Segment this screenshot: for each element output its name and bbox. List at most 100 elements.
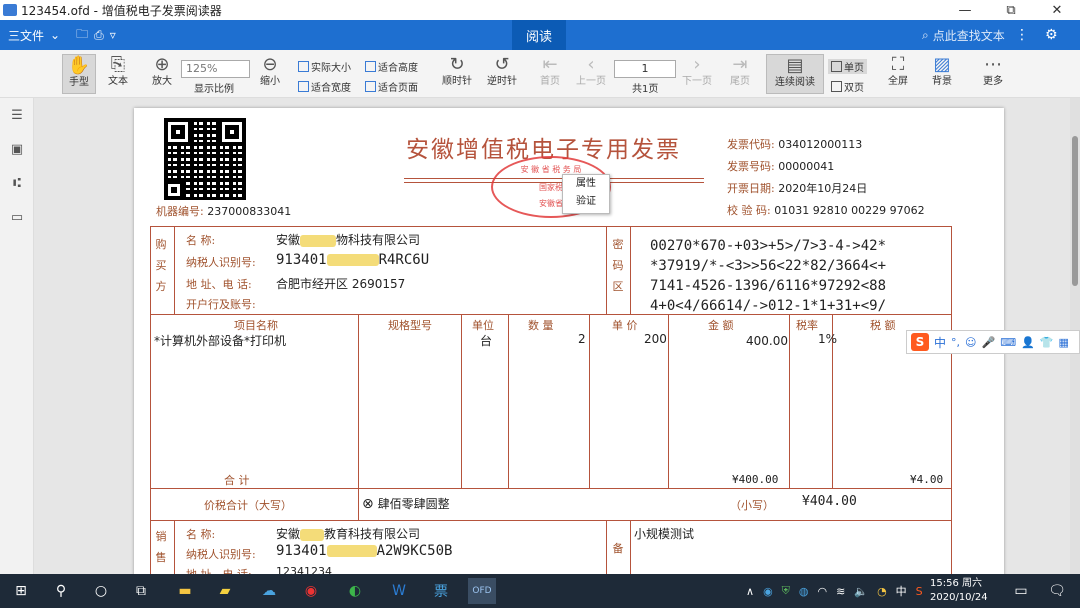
cipher-line: 4+0<4/66614/->012-1*1+31+<9/ [650, 298, 887, 314]
emoji-icon[interactable]: ☺ [965, 336, 976, 349]
punctuation-icon[interactable]: °, [951, 336, 960, 349]
sogou-tray-icon[interactable]: S [916, 585, 923, 598]
sticky-notes-icon[interactable]: ▰ [212, 578, 238, 604]
background-button[interactable]: ▨ 背景 [925, 54, 959, 94]
action-center-icon[interactable]: ▭ [1008, 578, 1034, 604]
cortana-icon[interactable]: ○ [88, 578, 114, 604]
cipher-label-3: 区 [612, 280, 624, 293]
actual-size-button[interactable]: 实际大小 [298, 59, 351, 74]
next-page-button[interactable]: › 下一页 [681, 54, 713, 94]
rotate-ccw-button[interactable]: ↺ 逆时针 [485, 54, 519, 94]
keyboard-icon[interactable]: ⌨ [1000, 336, 1016, 349]
page-number-input[interactable]: 1 [614, 60, 676, 78]
last-page-button[interactable]: ⇥ 尾页 [727, 54, 753, 94]
user-icon[interactable]: 👤 [1021, 336, 1035, 349]
file-explorer-icon[interactable]: ▬ [172, 578, 198, 604]
cipher-line: 7141-4526-1396/6116*97292<88 [650, 278, 887, 294]
first-page-button[interactable]: ⇤ 首页 [536, 54, 564, 94]
grand-total-label: 价税合计（大写） [204, 499, 292, 512]
microphone-icon[interactable]: 🎤 [981, 336, 995, 349]
hand-tool-button[interactable]: ✋ 手型 [62, 54, 96, 94]
open-folder-icon[interactable]: 🗀 [76, 25, 88, 46]
chevron-down-icon[interactable]: ⌄ [50, 28, 60, 42]
seller-address: 12341234 [276, 565, 332, 574]
context-menu-properties[interactable]: 属性 [563, 175, 609, 193]
restore-button[interactable]: ⧉ [988, 0, 1034, 20]
settings-gear-icon[interactable]: ⚙ [1045, 27, 1058, 43]
rotate-cw-button[interactable]: ↻ 顺时针 [440, 54, 474, 94]
zoom-out-button[interactable]: ⊖ 缩小 [256, 54, 284, 94]
title-bar: 123454.ofd - 增值税电子发票阅读器 — ⧉ ✕ [0, 0, 1080, 20]
dropdown-icon[interactable]: ▿ [110, 28, 116, 42]
col-rate: 税率 [796, 319, 818, 332]
prev-page-button[interactable]: ‹ 上一页 [575, 54, 607, 94]
search-placeholder: 点此查找文本 [932, 28, 1005, 43]
check-code-label: 校 验 码: [727, 204, 771, 217]
buyer-name-label: 名 称: [186, 234, 216, 247]
search-icon: ⌕ [922, 27, 929, 42]
fullscreen-button[interactable]: ⛶ 全屏 [884, 54, 912, 94]
zoom-select[interactable]: 125% [181, 60, 250, 78]
search-box[interactable]: ⌕ 点此查找文本 [922, 20, 1005, 50]
cipher-line: *37919/*-<3>>56<22*82/3664<+ [650, 258, 887, 274]
item-unit: 台 [480, 334, 493, 348]
task-view-icon[interactable]: ⧉ [128, 578, 154, 604]
search-icon[interactable]: ⚲ [48, 578, 74, 604]
first-page-icon: ⇤ [542, 54, 558, 75]
tray-app-icon[interactable]: ◉ [763, 585, 773, 598]
annotation-icon[interactable]: ▭ [9, 210, 25, 226]
browser-icon[interactable]: ◐ [342, 578, 368, 604]
tray-app2-icon[interactable]: ◍ [799, 585, 809, 598]
single-page-button[interactable]: 单页 [828, 59, 867, 74]
fit-page-button[interactable]: 适合页面 [365, 79, 418, 94]
kebab-menu-icon[interactable]: ⋮ [1015, 27, 1029, 43]
clock[interactable]: 15:56 周六 2020/10/24 [930, 577, 988, 605]
ofd-reader-icon[interactable]: OFD [468, 578, 496, 604]
minimize-button[interactable]: — [942, 0, 988, 20]
remark-label: 备 [612, 542, 624, 555]
single-page-icon [831, 61, 842, 72]
windows-start-icon[interactable]: ⊞ [8, 578, 34, 604]
close-button[interactable]: ✕ [1034, 0, 1080, 20]
invoice-code: 034012000113 [778, 138, 863, 151]
baidu-netdisk-icon[interactable]: ☁ [256, 578, 282, 604]
fit-width-icon [298, 81, 309, 92]
notification-icon[interactable]: 🗨 [1044, 578, 1070, 604]
wifi-icon[interactable]: ≋ [836, 585, 845, 598]
ime-indicator[interactable]: 中 [896, 583, 907, 599]
fit-height-button[interactable]: 适合高度 [365, 59, 418, 74]
buyer-address-label: 地 址、电 话: [186, 278, 252, 291]
fit-width-button[interactable]: 适合宽度 [298, 79, 351, 94]
word-icon[interactable]: W [386, 578, 412, 604]
tray-app3-icon[interactable]: ◔ [877, 585, 887, 598]
text-tool-button[interactable]: ⎘ 文本 [104, 54, 132, 94]
thumbnail-icon[interactable]: ▣ [9, 142, 25, 158]
outline-icon[interactable]: ☰ [9, 108, 25, 124]
total-tax: ¥4.00 [910, 473, 944, 486]
zoom-in-button[interactable]: ⊕ 放大 [148, 54, 176, 94]
double-page-button[interactable]: 双页 [828, 79, 867, 94]
ime-toolbar[interactable]: S 中 °, ☺ 🎤 ⌨ 👤 👕 ▦ [906, 330, 1080, 354]
skin-icon[interactable]: 👕 [1040, 336, 1054, 349]
cipher-label-2: 码 [612, 259, 624, 272]
ime-lang[interactable]: 中 [934, 334, 946, 351]
invoice-date: 2020年10月24日 [778, 182, 868, 195]
file-menu[interactable]: 三文件 [8, 27, 44, 44]
context-menu-verify[interactable]: 验证 [563, 193, 609, 211]
chevron-up-icon[interactable]: ∧ [746, 585, 754, 598]
network-icon[interactable]: ◠ [818, 585, 828, 598]
fit-page-icon [365, 81, 376, 92]
volume-icon[interactable]: 🔈 [854, 585, 868, 598]
more-button[interactable]: ⋯ 更多 [978, 54, 1008, 94]
invoice-app-icon[interactable]: 票 [428, 578, 454, 604]
sogou-logo-icon[interactable]: S [911, 333, 929, 351]
tree-icon[interactable]: ⑆ [9, 176, 25, 192]
tab-read[interactable]: 阅读 [512, 20, 566, 50]
shield-icon[interactable]: ⛨ [782, 584, 790, 598]
print-icon[interactable]: ⎙ [94, 28, 104, 43]
machine-number: 237000833041 [207, 205, 292, 218]
scrollbar-thumb[interactable] [1072, 136, 1078, 286]
netease-music-icon[interactable]: ◉ [298, 578, 324, 604]
continuous-read-button[interactable]: ▤ 连续阅读 [766, 54, 824, 94]
grid-icon[interactable]: ▦ [1058, 336, 1068, 349]
